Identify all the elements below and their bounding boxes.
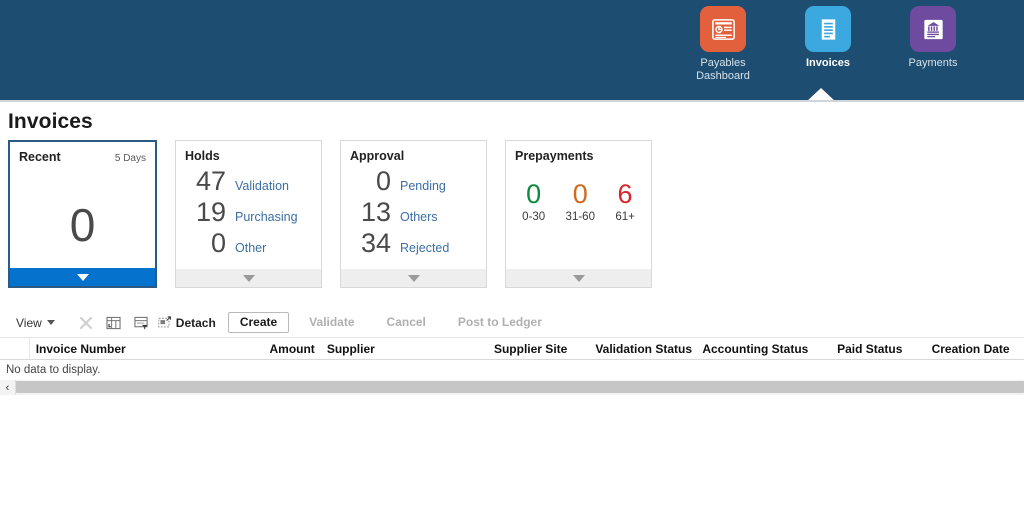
card-approval-expand[interactable] xyxy=(341,269,486,287)
card-approval-title: Approval xyxy=(350,149,405,163)
card-holds-row[interactable]: 0 Other xyxy=(176,228,309,258)
springboard-item-invoices[interactable]: Invoices xyxy=(797,6,859,70)
prepayments-31-60-value: 0 xyxy=(572,179,588,209)
detach-label: Detach xyxy=(175,315,216,330)
holds-purchasing-label[interactable]: Purchasing xyxy=(235,210,298,224)
card-prepayments-title: Prepayments xyxy=(515,149,594,163)
card-recent-body: 0 xyxy=(10,164,155,268)
approval-others-label[interactable]: Others xyxy=(400,210,438,224)
card-prepayments-body: 0 0-30 0 31-60 6 61+ xyxy=(506,163,651,269)
column-header-supplier[interactable]: Supplier xyxy=(321,342,488,356)
wrap-filter-icon[interactable] xyxy=(128,311,156,335)
column-header-invoice-number[interactable]: Invoice Number xyxy=(30,342,254,356)
card-holds[interactable]: Holds 47 Validation 19 Purchasing 0 Othe… xyxy=(175,140,322,288)
chevron-down-icon xyxy=(572,274,585,282)
card-holds-header: Holds xyxy=(176,141,321,163)
table-header-row: Invoice Number Amount Supplier Supplier … xyxy=(0,337,1024,360)
springboard-item-payments[interactable]: Payments xyxy=(902,6,964,70)
select-all-column[interactable] xyxy=(0,337,30,360)
column-header-supplier-site[interactable]: Supplier Site xyxy=(488,342,589,356)
column-header-accounting-status[interactable]: Accounting Status xyxy=(696,342,831,356)
bank-building-icon xyxy=(910,6,956,52)
springboard-item-payables-dashboard[interactable]: Payables Dashboard xyxy=(692,6,754,83)
card-approval-row[interactable]: 34 Rejected xyxy=(341,228,474,258)
column-header-validation-status[interactable]: Validation Status xyxy=(589,342,696,356)
post-to-ledger-button: Post to Ledger xyxy=(445,312,554,333)
view-menu-button[interactable]: View xyxy=(16,316,55,330)
document-lines-icon xyxy=(805,6,851,52)
table-empty-message: No data to display. xyxy=(6,364,101,376)
prepayment-bucket[interactable]: 6 61+ xyxy=(615,179,635,223)
holds-other-label[interactable]: Other xyxy=(235,241,266,255)
card-recent-title: Recent xyxy=(19,150,61,164)
delete-icon[interactable] xyxy=(72,311,100,335)
table-toolbar: View Detach Create Validate Cancel Post … xyxy=(0,308,1024,338)
chevron-down-icon xyxy=(76,273,89,281)
springboard-label: Invoices xyxy=(805,57,851,69)
column-header-paid-status[interactable]: Paid Status xyxy=(831,342,925,356)
approval-pending-value: 0 xyxy=(375,166,391,196)
create-button[interactable]: Create xyxy=(227,312,290,333)
card-approval-header: Approval xyxy=(341,141,486,163)
prepayments-0-30-value: 0 xyxy=(526,179,542,209)
detach-button[interactable]: Detach xyxy=(158,316,216,330)
header-divider xyxy=(0,100,1024,102)
cancel-button: Cancel xyxy=(374,312,438,333)
dashboard-report-icon xyxy=(700,6,746,52)
detach-icon xyxy=(158,316,171,328)
column-header-creation-date[interactable]: Creation Date xyxy=(926,342,1024,356)
holds-validation-value: 47 xyxy=(195,166,226,196)
card-recent-subtitle: 5 Days xyxy=(114,153,146,164)
invoices-table: Invoice Number Amount Supplier Supplier … xyxy=(0,337,1024,395)
card-recent[interactable]: Recent 5 Days 0 xyxy=(8,140,157,288)
approval-pending-label[interactable]: Pending xyxy=(400,179,446,193)
page-title: Invoices xyxy=(8,110,93,133)
prepayment-bucket[interactable]: 0 31-60 xyxy=(566,179,595,223)
card-holds-body: 47 Validation 19 Purchasing 0 Other xyxy=(176,163,321,269)
column-header-amount[interactable]: Amount xyxy=(254,342,321,356)
freeze-columns-icon[interactable] xyxy=(100,311,128,335)
info-cards-row: Recent 5 Days 0 Holds 47 Validation 19 P… xyxy=(0,140,1024,288)
chevron-down-icon xyxy=(242,274,255,282)
approval-rejected-value: 34 xyxy=(360,228,391,258)
card-holds-row[interactable]: 47 Validation xyxy=(176,166,309,196)
prepayments-31-60-label: 31-60 xyxy=(565,211,595,223)
chevron-down-icon xyxy=(407,274,420,282)
card-prepayments-header: Prepayments xyxy=(506,141,651,163)
springboard-label: Payments xyxy=(908,57,958,69)
card-holds-expand[interactable] xyxy=(176,269,321,287)
card-approval[interactable]: Approval 0 Pending 13 Others 34 Rejected xyxy=(340,140,487,288)
approval-rejected-label[interactable]: Rejected xyxy=(400,241,449,255)
card-prepayments-expand[interactable] xyxy=(506,269,651,287)
chevron-down-icon xyxy=(46,320,55,325)
prepayments-61-plus-label: 61+ xyxy=(615,211,635,223)
holds-other-value: 0 xyxy=(210,228,226,258)
card-recent-expand[interactable] xyxy=(10,268,155,286)
scroll-left-button[interactable]: ‹ xyxy=(0,380,16,395)
card-approval-body: 0 Pending 13 Others 34 Rejected xyxy=(341,163,486,269)
view-menu-label: View xyxy=(16,315,42,330)
holds-validation-label[interactable]: Validation xyxy=(235,179,289,193)
prepayments-61-plus-value: 6 xyxy=(617,179,633,209)
card-recent-value: 0 xyxy=(69,199,96,251)
card-recent-header: Recent 5 Days xyxy=(10,142,155,164)
prepayment-bucket[interactable]: 0 0-30 xyxy=(522,179,545,223)
approval-others-value: 13 xyxy=(360,197,391,227)
holds-purchasing-value: 19 xyxy=(195,197,226,227)
prepayments-0-30-label: 0-30 xyxy=(522,211,546,223)
springboard-label: Payables Dashboard xyxy=(696,57,750,82)
card-holds-title: Holds xyxy=(185,149,220,163)
scrollbar-track[interactable] xyxy=(16,380,1024,395)
scrollbar-thumb[interactable] xyxy=(16,381,1024,393)
validate-button: Validate xyxy=(297,312,367,333)
card-approval-row[interactable]: 13 Others xyxy=(341,197,474,227)
global-header: Payables Dashboard Invoices Payments xyxy=(0,0,1024,102)
card-holds-row[interactable]: 19 Purchasing xyxy=(176,197,309,227)
card-prepayments[interactable]: Prepayments 0 0-30 0 31-60 6 61+ xyxy=(505,140,652,288)
horizontal-scrollbar[interactable]: ‹ xyxy=(0,380,1024,395)
card-approval-row[interactable]: 0 Pending xyxy=(341,166,474,196)
springboard-nav: Payables Dashboard Invoices Payments xyxy=(692,6,964,83)
